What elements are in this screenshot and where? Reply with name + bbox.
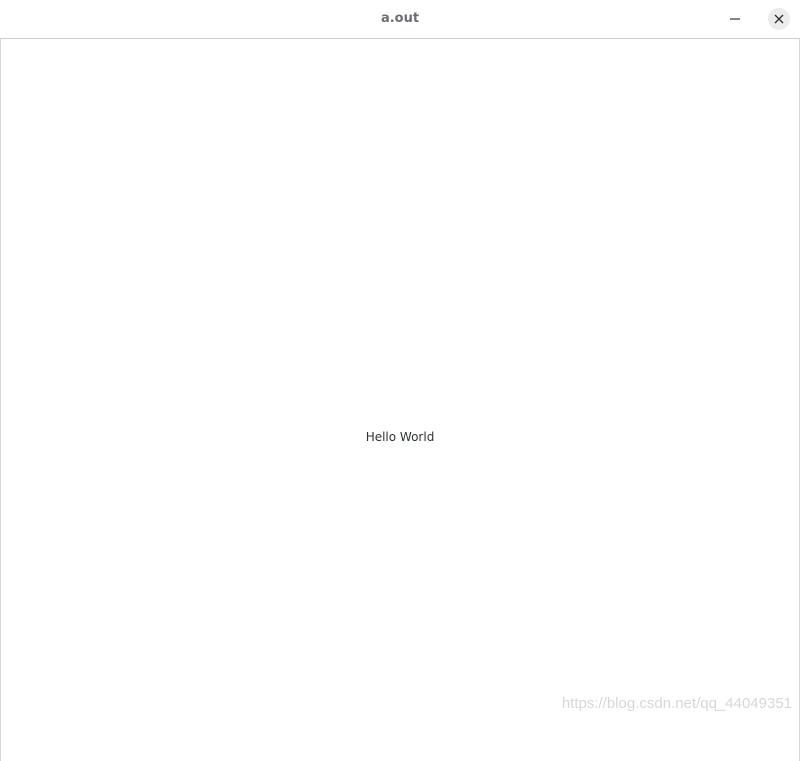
window-content: Hello World — [0, 39, 800, 761]
close-button[interactable] — [768, 8, 790, 30]
hello-label: Hello World — [365, 430, 435, 444]
title-bar[interactable]: a.out — [0, 0, 800, 39]
minimize-button[interactable] — [724, 8, 746, 30]
app-window: a.out Hello World https://blog.csdn.net/… — [0, 0, 800, 761]
watermark-text: https://blog.csdn.net/qq_44049351 — [561, 695, 792, 712]
window-title: a.out — [380, 11, 420, 26]
minimize-icon — [730, 18, 740, 20]
close-icon — [774, 14, 784, 24]
